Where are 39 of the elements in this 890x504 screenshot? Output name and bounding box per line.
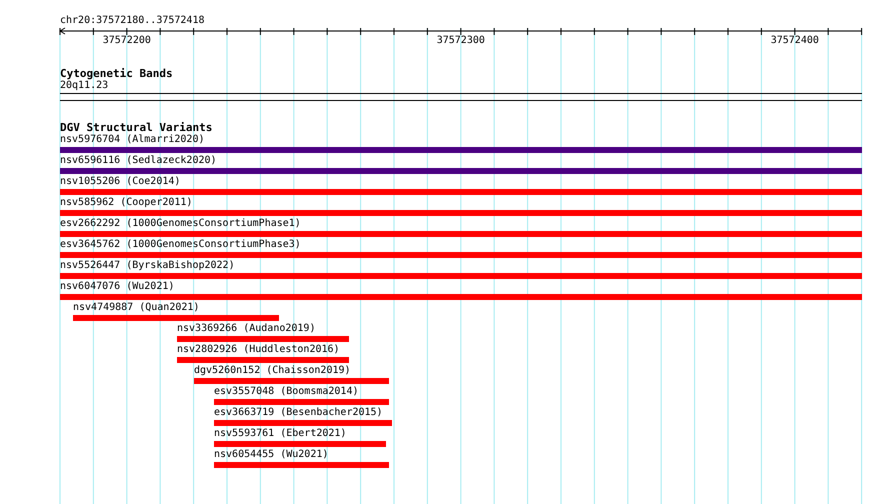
variant-bar[interactable] — [60, 189, 862, 195]
variant-bar[interactable] — [214, 441, 386, 447]
variant-label[interactable]: nsv5526447 (ByrskaBishop2022) — [60, 260, 235, 272]
variant-bar[interactable] — [214, 462, 389, 468]
variant-bar[interactable] — [60, 294, 862, 300]
variant-label[interactable]: nsv5593761 (Ebert2021) — [214, 428, 346, 440]
variant-label[interactable]: esv3663719 (Besenbacher2015) — [214, 407, 383, 419]
variant-bar[interactable] — [60, 147, 862, 153]
track-title: Cytogenetic Bands — [60, 68, 173, 80]
tick-label: 37572400 — [770, 35, 819, 47]
variant-bar[interactable] — [60, 273, 862, 279]
tick-label: 37572200 — [102, 35, 151, 47]
variant-label[interactable]: esv3557048 (Boomsma2014) — [214, 386, 358, 398]
tick-label: 37572300 — [436, 35, 485, 47]
variant-bar[interactable] — [60, 231, 862, 237]
variant-bar[interactable] — [60, 168, 862, 174]
variant-bar[interactable] — [60, 252, 862, 258]
variant-bar[interactable] — [60, 210, 862, 216]
variant-label[interactable]: esv3645762 (1000GenomesConsortiumPhase3) — [60, 239, 301, 251]
location-label: chr20:37572180..37572418 — [60, 15, 204, 27]
variant-label[interactable]: nsv4749887 (Quan2021) — [73, 302, 200, 314]
variant-label[interactable]: nsv1055206 (Coe2014) — [60, 176, 180, 188]
variant-bar[interactable] — [177, 336, 349, 342]
variant-label[interactable]: nsv585962 (Cooper2011) — [60, 197, 192, 209]
variant-label[interactable]: nsv6054455 (Wu2021) — [214, 449, 328, 461]
variant-bar[interactable] — [177, 357, 349, 363]
variant-label[interactable]: esv2662292 (1000GenomesConsortiumPhase1) — [60, 218, 301, 230]
variant-label[interactable]: nsv3369266 (Audano2019) — [177, 323, 316, 335]
band-label: 20q11.23 — [60, 80, 108, 92]
variant-label[interactable]: dgv5260n152 (Chaisson2019) — [194, 365, 351, 377]
track-title: DGV Structural Variants — [60, 122, 212, 134]
variant-bar[interactable] — [73, 315, 279, 321]
variant-label[interactable]: nsv6596116 (Sedlazeck2020) — [60, 155, 217, 167]
variant-label[interactable]: nsv2802926 (Huddleston2016) — [177, 344, 340, 356]
variant-label[interactable]: nsv6047076 (Wu2021) — [60, 281, 174, 293]
variant-bar[interactable] — [214, 420, 392, 426]
variant-bar[interactable] — [214, 399, 389, 405]
variant-label[interactable]: nsv5976704 (Almarri2020) — [60, 134, 204, 146]
variant-bar[interactable] — [194, 378, 389, 384]
